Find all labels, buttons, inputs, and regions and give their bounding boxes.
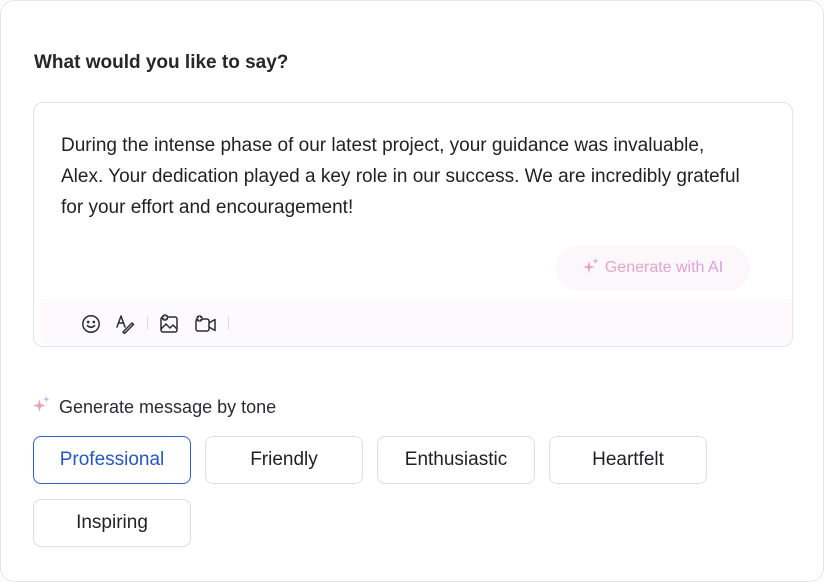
add-image-icon[interactable] — [157, 313, 181, 335]
tone-option-professional[interactable]: Professional — [33, 436, 191, 484]
tone-option-inspiring[interactable]: Inspiring — [33, 499, 191, 547]
tone-option-enthusiastic[interactable]: Enthusiastic — [377, 436, 535, 484]
add-video-icon[interactable] — [193, 313, 217, 335]
sparkle-icon — [582, 257, 599, 279]
tone-option-friendly[interactable]: Friendly — [205, 436, 363, 484]
message-editor[interactable]: During the intense phase of our latest p… — [33, 102, 793, 347]
message-text[interactable]: During the intense phase of our latest p… — [61, 130, 741, 223]
sparkle-icon — [33, 396, 50, 418]
tone-option-heartfelt[interactable]: Heartfelt — [549, 436, 707, 484]
emoji-icon[interactable] — [79, 313, 103, 335]
toolbar-divider — [228, 316, 229, 330]
prompt-heading: What would you like to say? — [34, 52, 289, 73]
editor-toolbar — [40, 299, 792, 346]
toolbar-divider — [147, 316, 148, 330]
generate-with-ai-label: Generate with AI — [604, 259, 724, 276]
generate-with-ai-button[interactable]: Generate with AI — [556, 245, 750, 291]
tone-section-title: Generate message by tone — [33, 396, 276, 418]
compose-card: What would you like to say? During the i… — [0, 0, 824, 582]
text-format-icon[interactable] — [113, 313, 137, 335]
tone-section-label: Generate message by tone — [59, 396, 277, 417]
